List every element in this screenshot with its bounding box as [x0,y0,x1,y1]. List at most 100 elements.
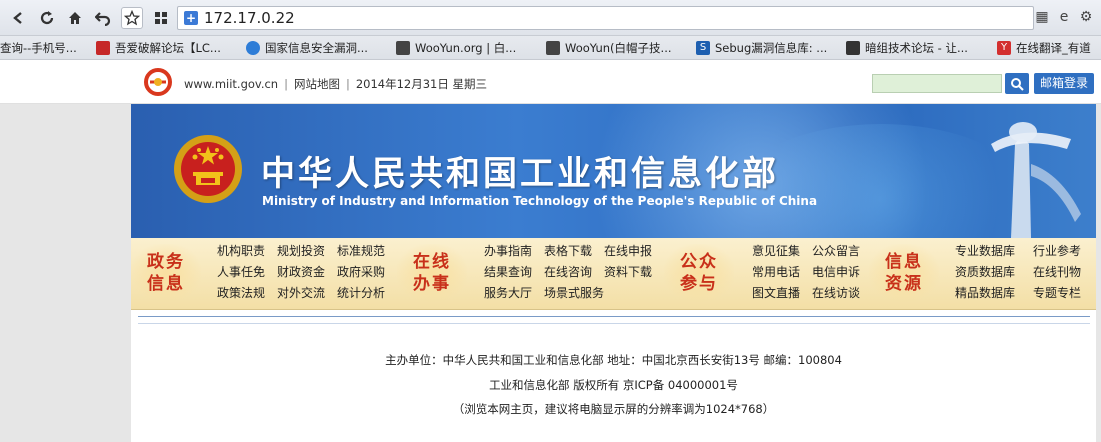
bookmark-item[interactable]: 查询--手机号... [0,39,77,57]
nav-link[interactable]: 在线访谈 [812,284,872,305]
search-icon [1011,77,1024,91]
undo-icon[interactable] [92,7,114,29]
mail-login-button[interactable]: 邮箱登录 [1034,73,1094,94]
nav-link[interactable]: 统计分析 [337,284,397,305]
right-margin [1096,104,1101,442]
bookmark-label: 在线翻译_有道 [1016,41,1091,55]
bookmark-item[interactable]: WooYun.org | 白... [396,39,516,57]
nav-link[interactable]: 精品数据库 [955,284,1033,305]
nav-category-online-services[interactable]: 在线 办事 [397,244,467,302]
browser-e-icon[interactable]: e [1056,9,1072,25]
nav-link[interactable]: 表格下载 [544,242,604,263]
bookmark-item[interactable]: 暗组技术论坛 - 让... [846,39,968,57]
nav-link[interactable]: 政策法规 [217,284,277,305]
search-button[interactable] [1005,73,1029,94]
banner-subtitle: Ministry of Industry and Information Tec… [262,194,818,208]
nav-link[interactable]: 对外交流 [277,284,337,305]
nav-link[interactable]: 标准规范 [337,242,397,263]
site-top-bar: www.miit.gov.cn | 网站地图 | 2014年12月31日 星期三 邮箱登… [0,60,1101,104]
bookmark-item[interactable]: 国家信息安全漏洞... [246,39,368,57]
nav-links-online-services: 办事指南 表格下载 在线申报 结果查询 在线咨询 资料下载 服务大厅 场景式服务 [484,242,664,305]
nav-category-public-participation[interactable]: 公众 参与 [664,244,734,302]
star-icon[interactable] [121,7,143,29]
nav-link[interactable]: 意见征集 [752,242,812,263]
nav-link[interactable]: 资料下载 [604,263,664,284]
footer-resolution-note: （浏览本网主页，建议将电脑显示屏的分辨率调为1024*768） [452,402,775,416]
bookmark-favicon-icon [96,41,110,55]
nav-links-information-resources: 专业数据库 行业参考 资质数据库 在线刊物 精品数据库 专题专栏 [955,242,1093,305]
address-text: 172.17.0.22 [204,9,295,27]
nav-category-line: 资源 [885,274,923,294]
nav-category-line: 参与 [680,274,718,294]
bookmarks-bar: 查询--手机号... 吾爱破解论坛【LC... 国家信息安全漏洞... WooY… [0,36,1101,60]
bookmark-label: WooYun(白帽子技... [565,41,672,55]
nav-link[interactable]: 服务大厅 [484,284,544,305]
bookmark-item[interactable]: S Sebug漏洞信息库: ... [696,39,827,57]
nav-category-line: 在线 [413,252,451,272]
address-bar[interactable]: + 172.17.0.22 [177,6,1034,30]
nav-link[interactable]: 在线咨询 [544,263,604,284]
nav-link[interactable]: 常用电话 [752,263,812,284]
nav-category-line: 信息 [885,252,923,272]
nav-link[interactable]: 政府采购 [337,263,397,284]
huabiao-pillar-icon [991,122,1081,238]
nav-links-government-info: 机构职责 规划投资 标准规范 人事任免 财政资金 政府采购 政策法规 对外交流 统计分析 [217,242,397,305]
bookmark-label: WooYun.org | 白... [415,41,517,55]
nav-link[interactable]: 在线刊物 [1033,263,1093,284]
nav-category-line: 政务 [147,252,185,272]
back-icon[interactable] [8,7,30,29]
bookmark-favicon-icon: Y [997,41,1011,55]
section-divider [138,316,1090,324]
nav-link[interactable]: 图文直播 [752,284,812,305]
browser-toolbar: + 172.17.0.22 ▦ e ⚙ [0,0,1101,36]
bookmark-label: 吾爱破解论坛【LC... [115,41,221,55]
web-page: www.miit.gov.cn | 网站地图 | 2014年12月31日 星期三 邮箱登… [0,60,1101,442]
domain-link[interactable]: www.miit.gov.cn [184,77,278,91]
nav-link[interactable]: 规划投资 [277,242,337,263]
national-emblem-icon [174,135,242,203]
search-input[interactable] [872,74,1002,93]
nav-link[interactable]: 结果查询 [484,263,544,284]
bookmark-favicon-icon [546,41,560,55]
nav-category-line: 信息 [147,274,185,294]
nav-link[interactable]: 财政资金 [277,263,337,284]
nav-link[interactable]: 专业数据库 [955,242,1033,263]
bookmark-label: 查询--手机号... [0,41,77,55]
nav-link[interactable]: 办事指南 [484,242,544,263]
date-text: 2014年12月31日 星期三 [355,77,488,91]
nav-link[interactable]: 行业参考 [1033,242,1093,263]
left-margin [0,104,131,442]
sitemap-link[interactable]: 网站地图 [294,77,340,91]
settings-icon[interactable]: ⚙ [1078,9,1094,25]
nav-link[interactable]: 人事任免 [217,263,277,284]
main-navigation: 政务 信息 机构职责 规划投资 标准规范 人事任免 财政资金 政府采购 政策法规 对外交流统… [131,238,1096,310]
nav-links-public-participation: 意见征集 公众留言 常用电话 电信申诉 图文直播 在线访谈 [752,242,872,305]
nav-category-information-resources[interactable]: 信息 资源 [869,244,939,302]
reload-icon[interactable] [36,7,58,29]
nav-link[interactable]: 公众留言 [812,242,872,263]
apps-grid-icon[interactable] [150,7,172,29]
banner-title: 中华人民共和国工业和信息化部 [261,154,779,194]
home-icon[interactable] [64,7,86,29]
bookmark-item[interactable]: Y 在线翻译_有道 [997,39,1091,57]
top-info: www.miit.gov.cn | 网站地图 | 2014年12月31日 星期三 [184,77,488,91]
bookmark-label: Sebug漏洞信息库: ... [715,41,828,55]
page-icon: + [184,11,198,25]
site-footer: 主办单位：中华人民共和国工业和信息化部 地址：中国北京西长安街13号 邮编：10… [131,330,1096,442]
nav-link[interactable]: 电信申诉 [812,263,872,284]
bookmark-favicon-icon: S [696,41,710,55]
nav-link[interactable]: 在线申报 [604,242,664,263]
nav-link[interactable]: 专题专栏 [1033,284,1093,305]
nav-link[interactable]: 场景式服务 [544,284,604,305]
footer-sponsor-line: 主办单位：中华人民共和国工业和信息化部 地址：中国北京西长安街13号 邮编：10… [385,353,842,367]
bookmark-item[interactable]: WooYun(白帽子技... [546,39,672,57]
bookmark-label: 国家信息安全漏洞... [265,41,368,55]
nav-link[interactable]: 资质数据库 [955,263,1033,284]
bookmark-item[interactable]: 吾爱破解论坛【LC... [96,39,221,57]
bookmark-favicon-icon [846,41,860,55]
nav-link[interactable]: 机构职责 [217,242,277,263]
bookmark-label: 暗组技术论坛 - 让... [865,41,968,55]
footer-copyright-line: 工业和信息化部 版权所有 京ICP备 04000001号 [489,378,738,392]
qr-code-icon[interactable]: ▦ [1034,9,1050,25]
nav-category-government-info[interactable]: 政务 信息 [131,244,201,302]
